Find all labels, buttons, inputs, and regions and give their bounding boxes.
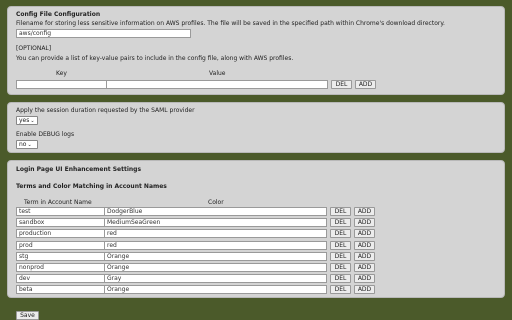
key-column-header: Key (56, 70, 67, 77)
row-del-button[interactable]: DEL (330, 240, 351, 250)
kv-value-input[interactable] (106, 80, 328, 89)
config-file-title: Config File Configuration (16, 11, 101, 18)
row-del-button[interactable]: DEL (330, 251, 351, 261)
color-input[interactable]: MediumSeaGreen (104, 218, 327, 228)
row-add-button[interactable]: ADD (354, 263, 375, 272)
kv-del-button[interactable]: DEL (331, 80, 352, 89)
kv-add-button[interactable]: ADD (355, 80, 376, 89)
color-input[interactable]: Orange (104, 251, 327, 261)
debug-logs-value: no (19, 141, 27, 148)
row-del-button[interactable]: DEL (330, 285, 351, 295)
row-add-button[interactable]: ADD (354, 285, 375, 295)
config-file-panel: Config File Configuration Filename for s… (7, 6, 505, 95)
config-file-description: Filename for storing less sensitive info… (16, 20, 445, 27)
optional-label: [OPTIONAL] (16, 45, 52, 52)
term-input[interactable]: dev (16, 274, 105, 284)
row-add-button[interactable]: ADD (354, 274, 375, 284)
row-del-button[interactable]: DEL (330, 263, 351, 272)
chevron-down-icon: ⌄ (30, 118, 35, 124)
session-duration-value: yes (19, 117, 30, 124)
config-filename-input[interactable]: aws/config (16, 29, 191, 38)
row-del-button[interactable]: DEL (330, 274, 351, 284)
row-del-button[interactable]: DEL (330, 218, 351, 228)
row-add-button[interactable]: ADD (354, 251, 375, 261)
term-input[interactable]: nonprod (16, 263, 105, 272)
color-input[interactable]: red (104, 229, 327, 239)
term-column-header: Term in Account Name (24, 199, 92, 206)
session-duration-label: Apply the session duration requested by … (16, 107, 195, 114)
value-column-header: Value (209, 70, 226, 77)
row-add-button[interactable]: ADD (354, 240, 375, 250)
chevron-down-icon: ⌄ (27, 142, 32, 148)
color-input[interactable]: Gray (104, 274, 327, 284)
debug-logs-label: Enable DEBUG logs (16, 131, 75, 138)
term-input[interactable]: stg (16, 251, 105, 261)
color-input[interactable]: red (104, 240, 327, 250)
term-input[interactable]: prod (16, 240, 105, 250)
login-ui-subtitle: Terms and Color Matching in Account Name… (16, 183, 167, 190)
login-ui-title: Login Page UI Enhancement Settings (16, 166, 142, 173)
term-input[interactable]: beta (16, 285, 105, 295)
row-del-button[interactable]: DEL (330, 207, 351, 216)
session-settings-panel: Apply the session duration requested by … (7, 102, 505, 153)
row-add-button[interactable]: ADD (354, 207, 375, 216)
kv-key-input[interactable] (16, 80, 108, 89)
color-input[interactable]: Orange (104, 285, 327, 295)
color-input[interactable]: Orange (104, 263, 327, 272)
login-ui-panel: Login Page UI Enhancement Settings Terms… (7, 160, 505, 298)
term-input[interactable]: sandbox (16, 218, 105, 228)
save-button[interactable]: Save (16, 311, 39, 320)
debug-logs-select[interactable]: no⌄ (16, 140, 38, 149)
term-input[interactable]: production (16, 229, 105, 239)
session-duration-select[interactable]: yes⌄ (16, 116, 38, 125)
row-del-button[interactable]: DEL (330, 229, 351, 239)
row-add-button[interactable]: ADD (354, 229, 375, 239)
kv-description: You can provide a list of key-value pair… (16, 55, 294, 62)
row-add-button[interactable]: ADD (354, 218, 375, 228)
color-input[interactable]: DodgerBlue (104, 207, 327, 216)
term-input[interactable]: test (16, 207, 105, 216)
color-column-header: Color (208, 199, 224, 206)
